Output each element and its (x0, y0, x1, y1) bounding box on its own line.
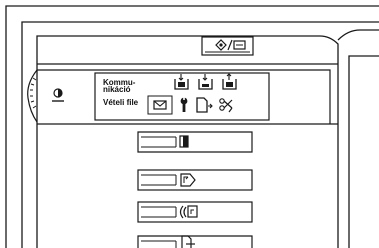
copy-document-key[interactable] (137, 201, 253, 223)
refresh-document-key[interactable] (137, 169, 253, 191)
control-panel-diagram (5, 5, 379, 248)
received-file-label: Vételi file (103, 98, 139, 107)
contrast-dial[interactable] (27, 69, 64, 123)
received-file-envelope-button[interactable] (147, 95, 173, 115)
print-document-key[interactable] (137, 235, 253, 248)
communication-label: Kommu- nikáció (103, 79, 139, 94)
original-document-icon (179, 135, 189, 148)
mode-switch-key[interactable] (201, 36, 254, 56)
original-document-key[interactable] (137, 131, 253, 153)
contrast-dial-icon (52, 88, 64, 102)
communication-label-line2: nikáció (103, 85, 131, 94)
